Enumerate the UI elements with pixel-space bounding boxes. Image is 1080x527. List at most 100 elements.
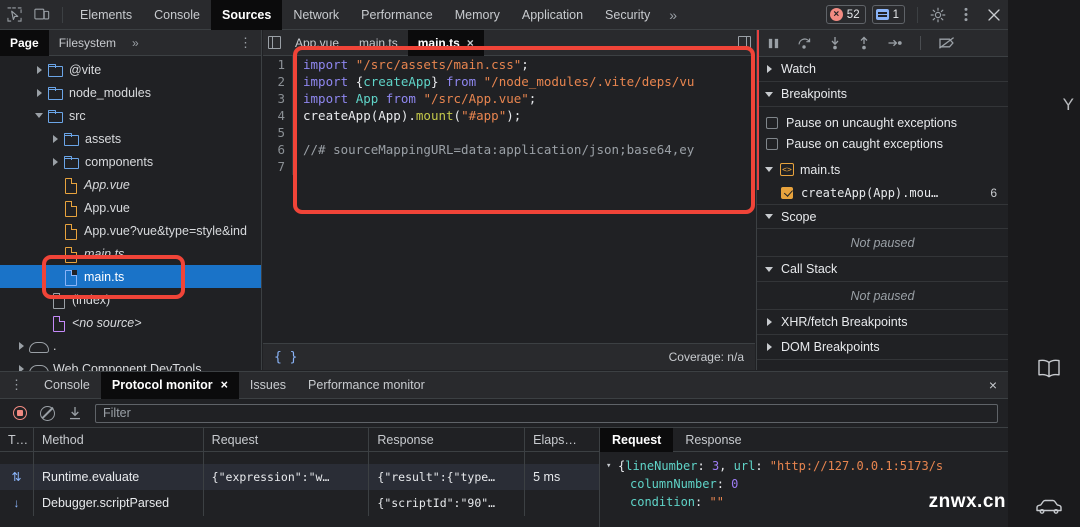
chevron-right-icon[interactable] <box>765 342 774 352</box>
tree-row-components[interactable]: components <box>0 150 261 173</box>
tree-row-main-ts-italic[interactable]: main.ts <box>0 242 261 265</box>
panel-left-icon[interactable] <box>263 30 285 56</box>
tree-row-vite[interactable]: @vite <box>0 58 261 81</box>
step-out-icon[interactable] <box>858 36 870 50</box>
chevron-down-icon[interactable]: ▾ <box>606 457 618 475</box>
chevron-down-icon[interactable] <box>765 165 774 174</box>
tree-row-app-vue-1[interactable]: App.vue <box>0 173 261 196</box>
close-icon[interactable]: × <box>221 378 228 392</box>
nav-more-icon[interactable]: » <box>126 36 145 50</box>
error-count-badge[interactable]: × 52 <box>825 5 866 24</box>
drawer-tab-performance-monitor[interactable]: Performance monitor <box>297 372 436 399</box>
chevron-down-icon[interactable] <box>765 90 774 99</box>
column-header-elapsed[interactable]: Elaps… <box>525 428 599 451</box>
kebab-menu-icon[interactable] <box>952 1 980 29</box>
tree-row-assets[interactable]: assets <box>0 127 261 150</box>
nav-menu-icon[interactable]: ⋮ <box>230 35 261 51</box>
filter-input[interactable] <box>95 403 998 423</box>
pretty-print-icon[interactable]: { } <box>274 350 297 365</box>
chevron-right-icon[interactable] <box>765 317 774 327</box>
close-icon[interactable]: × <box>467 36 474 50</box>
more-tabs-icon[interactable]: » <box>661 7 685 23</box>
tab-application[interactable]: Application <box>511 0 594 30</box>
chevron-right-icon[interactable] <box>16 340 27 351</box>
chevron-down-icon[interactable] <box>765 212 774 221</box>
table-row[interactable]: ↓ Debugger.scriptParsed {"scriptId":"90"… <box>0 490 599 516</box>
step-into-icon[interactable] <box>829 36 841 50</box>
tree-row-index[interactable]: (index) <box>0 288 261 311</box>
tab-elements[interactable]: Elements <box>69 0 143 30</box>
drawer-tab-console[interactable]: Console <box>33 372 101 399</box>
message-count-badge[interactable]: 1 <box>871 5 905 24</box>
record-icon[interactable] <box>13 406 27 420</box>
tree-row-node-modules[interactable]: node_modules <box>0 81 261 104</box>
json-line[interactable]: ▾{lineNumber: 3, url: "http://127.0.0.1:… <box>606 457 1008 475</box>
chevron-down-icon[interactable] <box>765 265 774 274</box>
cell-method: Debugger.scriptParsed <box>34 490 204 516</box>
editor-tab-main-ts-1[interactable]: main.ts <box>349 30 408 56</box>
drawer-tab-protocol-monitor[interactable]: Protocol monitor × <box>100 371 239 399</box>
detail-tab-request[interactable]: Request <box>600 427 674 452</box>
pause-caught-row[interactable]: Pause on caught exceptions <box>757 133 1008 154</box>
section-xhr-breakpoints[interactable]: XHR/fetch Breakpoints <box>757 310 1008 335</box>
tab-sources[interactable]: Sources <box>210 0 283 30</box>
chevron-down-icon[interactable] <box>34 110 45 121</box>
tree-row-dot-domain[interactable]: . <box>0 334 261 357</box>
nav-tab-page[interactable]: Page <box>0 29 49 56</box>
tab-network[interactable]: Network <box>282 0 350 30</box>
gear-icon[interactable] <box>924 1 952 29</box>
inspect-icon[interactable] <box>0 1 28 29</box>
panel-right-icon[interactable] <box>733 30 755 56</box>
tab-memory[interactable]: Memory <box>444 0 511 30</box>
download-icon[interactable] <box>68 406 82 421</box>
resume-icon[interactable] <box>767 37 780 50</box>
tab-security[interactable]: Security <box>594 0 661 30</box>
chevron-right-icon[interactable] <box>50 156 61 167</box>
section-breakpoints[interactable]: Breakpoints <box>757 82 1008 107</box>
editor-tab-main-ts-active[interactable]: main.ts × <box>407 29 484 56</box>
tree-row-main-ts-selected[interactable]: main.ts <box>0 265 261 288</box>
device-toggle-icon[interactable] <box>28 1 56 29</box>
tab-console[interactable]: Console <box>143 0 211 30</box>
section-scope[interactable]: Scope <box>757 204 1008 229</box>
nav-tab-filesystem[interactable]: Filesystem <box>49 30 126 56</box>
drawer-close-icon[interactable]: × <box>978 377 1008 393</box>
section-watch[interactable]: Watch <box>757 57 1008 82</box>
step-icon[interactable] <box>887 37 903 49</box>
section-dom-breakpoints[interactable]: DOM Breakpoints <box>757 335 1008 360</box>
checkbox[interactable] <box>766 137 778 150</box>
editor-tab-app-vue[interactable]: App.vue <box>285 30 349 56</box>
detail-tab-response[interactable]: Response <box>673 428 753 452</box>
chevron-right-icon[interactable] <box>50 133 61 144</box>
breakpoint-entry[interactable]: createApp(App).mou… 6 <box>757 181 1008 204</box>
chevron-right-icon[interactable] <box>34 64 45 75</box>
checkbox-checked[interactable] <box>781 186 793 199</box>
pause-caught-label: Pause on caught exceptions <box>786 136 944 151</box>
tree-row-src[interactable]: src <box>0 104 261 127</box>
tree-row-app-vue-style[interactable]: App.vue?vue&type=style&ind <box>0 219 261 242</box>
tree-row-no-source[interactable]: <no source> <box>0 311 261 334</box>
drawer-menu-icon[interactable]: ⋮ <box>0 377 33 393</box>
column-header-response[interactable]: Response <box>369 428 526 451</box>
book-icon[interactable] <box>1036 358 1062 384</box>
column-header-method[interactable]: Method <box>34 428 204 451</box>
column-header-type[interactable]: T… <box>0 428 34 451</box>
tab-performance[interactable]: Performance <box>350 0 444 30</box>
breakpoint-file-group[interactable]: <> main.ts <box>757 158 1008 181</box>
tree-row-app-vue-2[interactable]: App.vue <box>0 196 261 219</box>
table-row[interactable]: ⇅ Runtime.evaluate {"expression":"w… {"r… <box>0 464 599 490</box>
clear-icon[interactable] <box>40 405 55 421</box>
chevron-right-icon[interactable] <box>765 64 774 74</box>
close-icon[interactable] <box>980 1 1008 29</box>
pause-uncaught-row[interactable]: Pause on uncaught exceptions <box>757 112 1008 133</box>
car-icon[interactable] <box>1034 497 1064 522</box>
chevron-right-icon[interactable] <box>34 87 45 98</box>
code-viewer[interactable]: 1 import "/src/assets/main.css"; 2 impor… <box>263 56 755 342</box>
section-call-stack[interactable]: Call Stack <box>757 257 1008 282</box>
column-header-request[interactable]: Request <box>204 428 370 451</box>
checkbox[interactable] <box>766 116 778 129</box>
deactivate-breakpoints-icon[interactable] <box>938 36 956 50</box>
table-row[interactable] <box>0 452 599 464</box>
drawer-tab-issues[interactable]: Issues <box>239 372 297 399</box>
step-over-icon[interactable] <box>797 36 812 50</box>
